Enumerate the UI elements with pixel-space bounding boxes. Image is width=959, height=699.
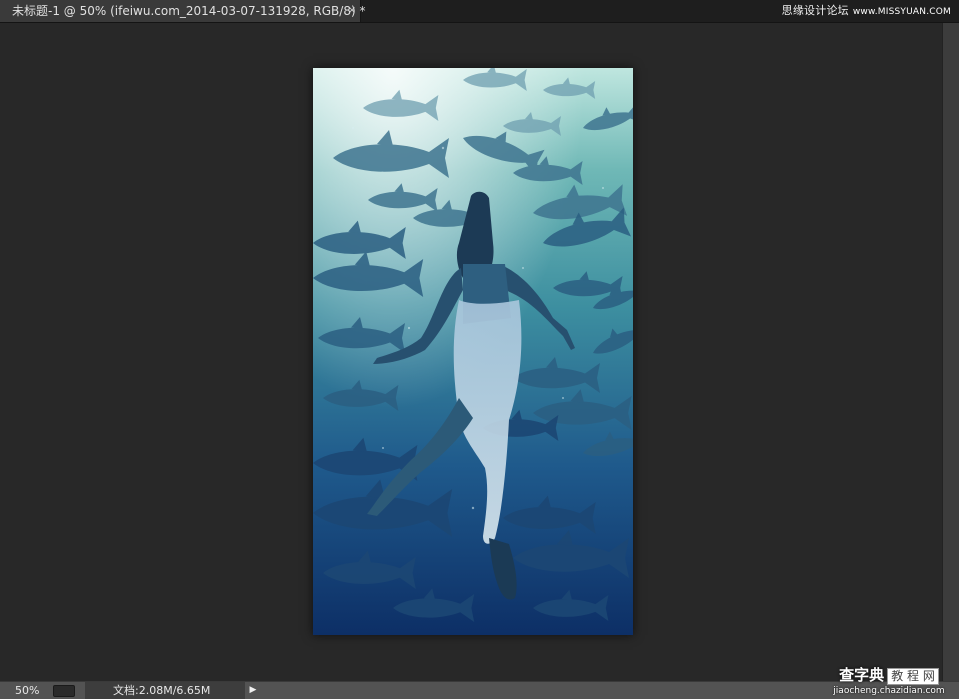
document-info: 文档:2.08M/6.65M: [85, 682, 245, 699]
watermark-top: 思缘设计论坛 www.MISSYUAN.COM: [782, 0, 951, 22]
watermark-brand: 思缘设计论坛: [781, 4, 849, 17]
status-info-icon[interactable]: [53, 685, 75, 697]
document-tab-bar: 未标题-1 @ 50% (ifeiwu.com_2014-03-07-13192…: [0, 0, 959, 23]
watermark-bottom: 查字典教 程 网 jiaocheng.chazidian.com: [825, 666, 953, 698]
document-canvas[interactable]: [313, 64, 650, 635]
watermark-url: jiaocheng.chazidian.com: [833, 686, 945, 696]
underwater-image: [313, 64, 650, 635]
watermark-site: www.MISSYUAN.COM: [852, 7, 951, 17]
status-bar: 50% 文档:2.08M/6.65M ▶: [0, 681, 959, 699]
zoom-level[interactable]: 50%: [15, 682, 39, 699]
watermark-logo: 查字典教 程 网: [825, 666, 953, 685]
vertical-scrollbar[interactable]: [942, 23, 959, 681]
document-tab[interactable]: 未标题-1 @ 50% (ifeiwu.com_2014-03-07-13192…: [0, 0, 365, 22]
watermark-logo-boxed: 教 程 网: [887, 668, 939, 685]
watermark-logo-text: 查字典: [839, 666, 885, 684]
document-tab-title: 未标题-1 @ 50% (ifeiwu.com_2014-03-07-13192…: [12, 4, 366, 18]
status-menu-arrow-icon[interactable]: ▶: [248, 682, 258, 699]
close-icon[interactable]: ×: [346, 0, 358, 22]
